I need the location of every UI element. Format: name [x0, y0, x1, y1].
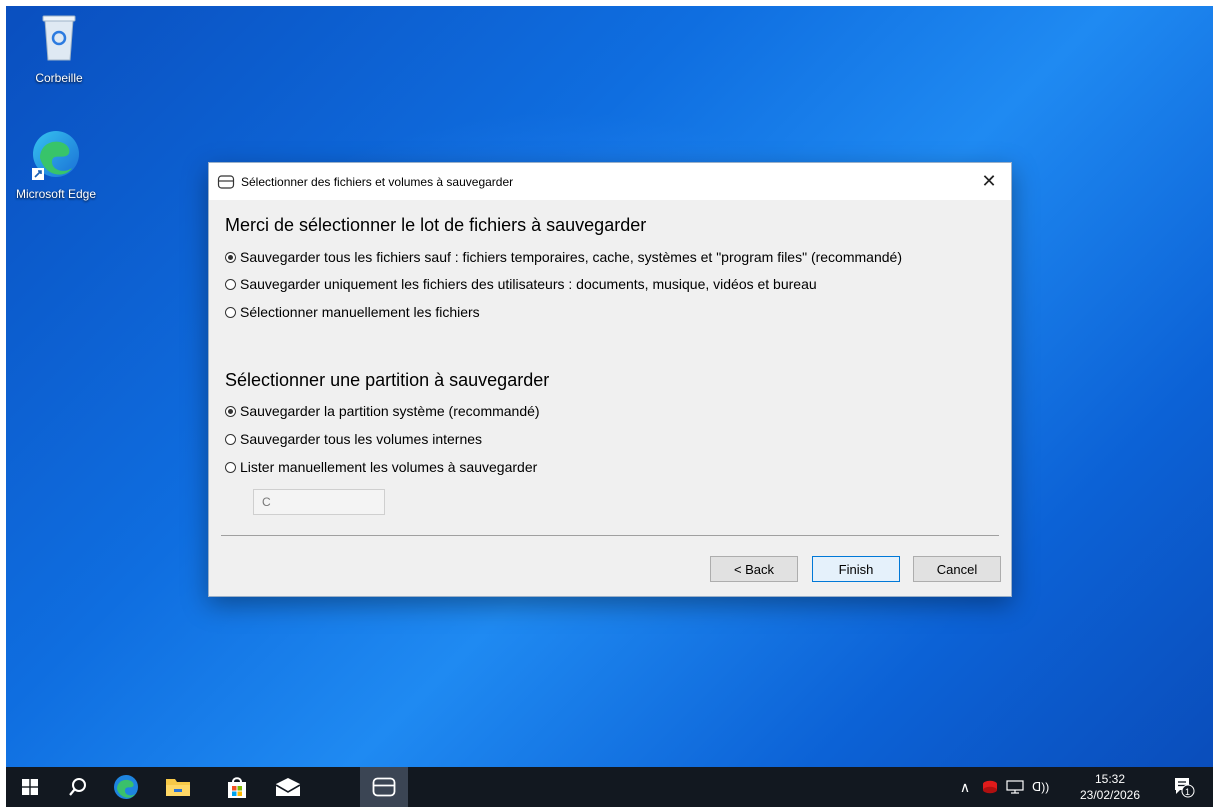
mail-icon [275, 778, 301, 796]
close-button[interactable]: ✕ [967, 163, 1011, 200]
radio-button[interactable] [225, 433, 236, 445]
divider [221, 535, 999, 536]
volume-list-input[interactable] [253, 489, 385, 515]
radio-list-volumes-manually[interactable]: Lister manuellement les volumes à sauveg… [225, 459, 537, 475]
network-icon[interactable] [1006, 780, 1024, 794]
radio-label: Sauvegarder la partition système (recomm… [240, 403, 540, 419]
radio-button[interactable] [225, 405, 236, 417]
cancel-button[interactable]: Cancel [913, 556, 1001, 582]
radio-select-files-manually[interactable]: Sélectionner manuellement les fichiers [225, 304, 480, 320]
notification-center-button[interactable]: 1 [1164, 767, 1204, 807]
back-button[interactable]: < Back [710, 556, 798, 582]
desktop-icon-microsoft-edge[interactable]: Microsoft Edge [6, 128, 116, 201]
edge-icon [32, 131, 79, 180]
radio-backup-all-files[interactable]: Sauvegarder tous les fichiers sauf : fic… [225, 249, 902, 265]
partition-section-heading: Sélectionner une partition à sauvegarder [225, 370, 550, 390]
close-icon: ✕ [981, 171, 997, 191]
clock-time: 15:32 [1094, 772, 1126, 786]
search-button[interactable] [54, 767, 102, 807]
radio-backup-system-partition[interactable]: Sauvegarder la partition système (recomm… [225, 403, 540, 419]
dialog-titlebar[interactable]: Sélectionner des fichiers et volumes à s… [209, 163, 1011, 200]
start-button[interactable] [6, 767, 54, 807]
disk-database-icon [217, 174, 235, 189]
search-icon [69, 778, 86, 796]
radio-backup-user-files[interactable]: Sauvegarder uniquement les fichiers des … [225, 276, 817, 292]
chevron-up-icon[interactable]: ∧ [956, 779, 974, 796]
desktop-icon-recycle-bin[interactable]: Corbeille [9, 12, 109, 85]
taskbar-edge[interactable] [102, 767, 150, 807]
finish-button[interactable]: Finish [812, 556, 900, 582]
taskbar-mail[interactable] [264, 767, 312, 807]
radio-button[interactable] [225, 278, 236, 290]
backup-tray-icon[interactable] [982, 780, 998, 794]
volume-icon[interactable]: ᗡ)) [1032, 780, 1049, 794]
store-icon [228, 777, 246, 798]
taskbar-backup-app[interactable] [360, 767, 408, 807]
backup-app-icon [372, 777, 396, 797]
taskbar-store[interactable] [213, 767, 261, 807]
radio-label: Lister manuellement les volumes à sauveg… [240, 459, 538, 475]
desktop-icon-label: Corbeille [35, 71, 83, 85]
radio-label: Sauvegarder tous les volumes internes [240, 431, 483, 447]
files-section-heading: Merci de sélectionner le lot de fichiers… [225, 215, 647, 235]
edge-icon [114, 775, 138, 799]
backup-selection-dialog: Sélectionner des fichiers et volumes à s… [208, 162, 1012, 597]
notification-icon [1175, 778, 1195, 798]
radio-label: Sauvegarder tous les fichiers sauf : fic… [240, 249, 902, 265]
radio-backup-all-internal-volumes[interactable]: Sauvegarder tous les volumes internes [225, 431, 482, 447]
radio-button[interactable] [225, 461, 236, 473]
taskbar-file-explorer[interactable] [154, 767, 202, 807]
desktop-icon-label: Microsoft Edge [15, 187, 97, 201]
file-explorer-icon [166, 779, 190, 796]
dialog-title: Sélectionner des fichiers et volumes à s… [241, 174, 514, 189]
radio-button[interactable] [225, 251, 236, 263]
taskbar: ∧ ᗡ)) 15:32 23/02/2026 1 [6, 767, 1213, 807]
windows-start-icon [22, 779, 38, 795]
radio-label: Sélectionner manuellement les fichiers [240, 304, 480, 320]
recycle-bin-icon [42, 15, 76, 61]
radio-button[interactable] [225, 306, 236, 318]
notification-count: 1 [1185, 787, 1191, 797]
system-tray: ∧ ᗡ)) [956, 767, 1049, 807]
clock-date: 23/02/2026 [1079, 788, 1141, 802]
taskbar-clock[interactable]: 15:32 23/02/2026 [1074, 771, 1146, 803]
radio-label: Sauvegarder uniquement les fichiers des … [240, 276, 817, 292]
desktop: Corbeille Microsoft Edge Sélectionner de… [6, 6, 1213, 807]
